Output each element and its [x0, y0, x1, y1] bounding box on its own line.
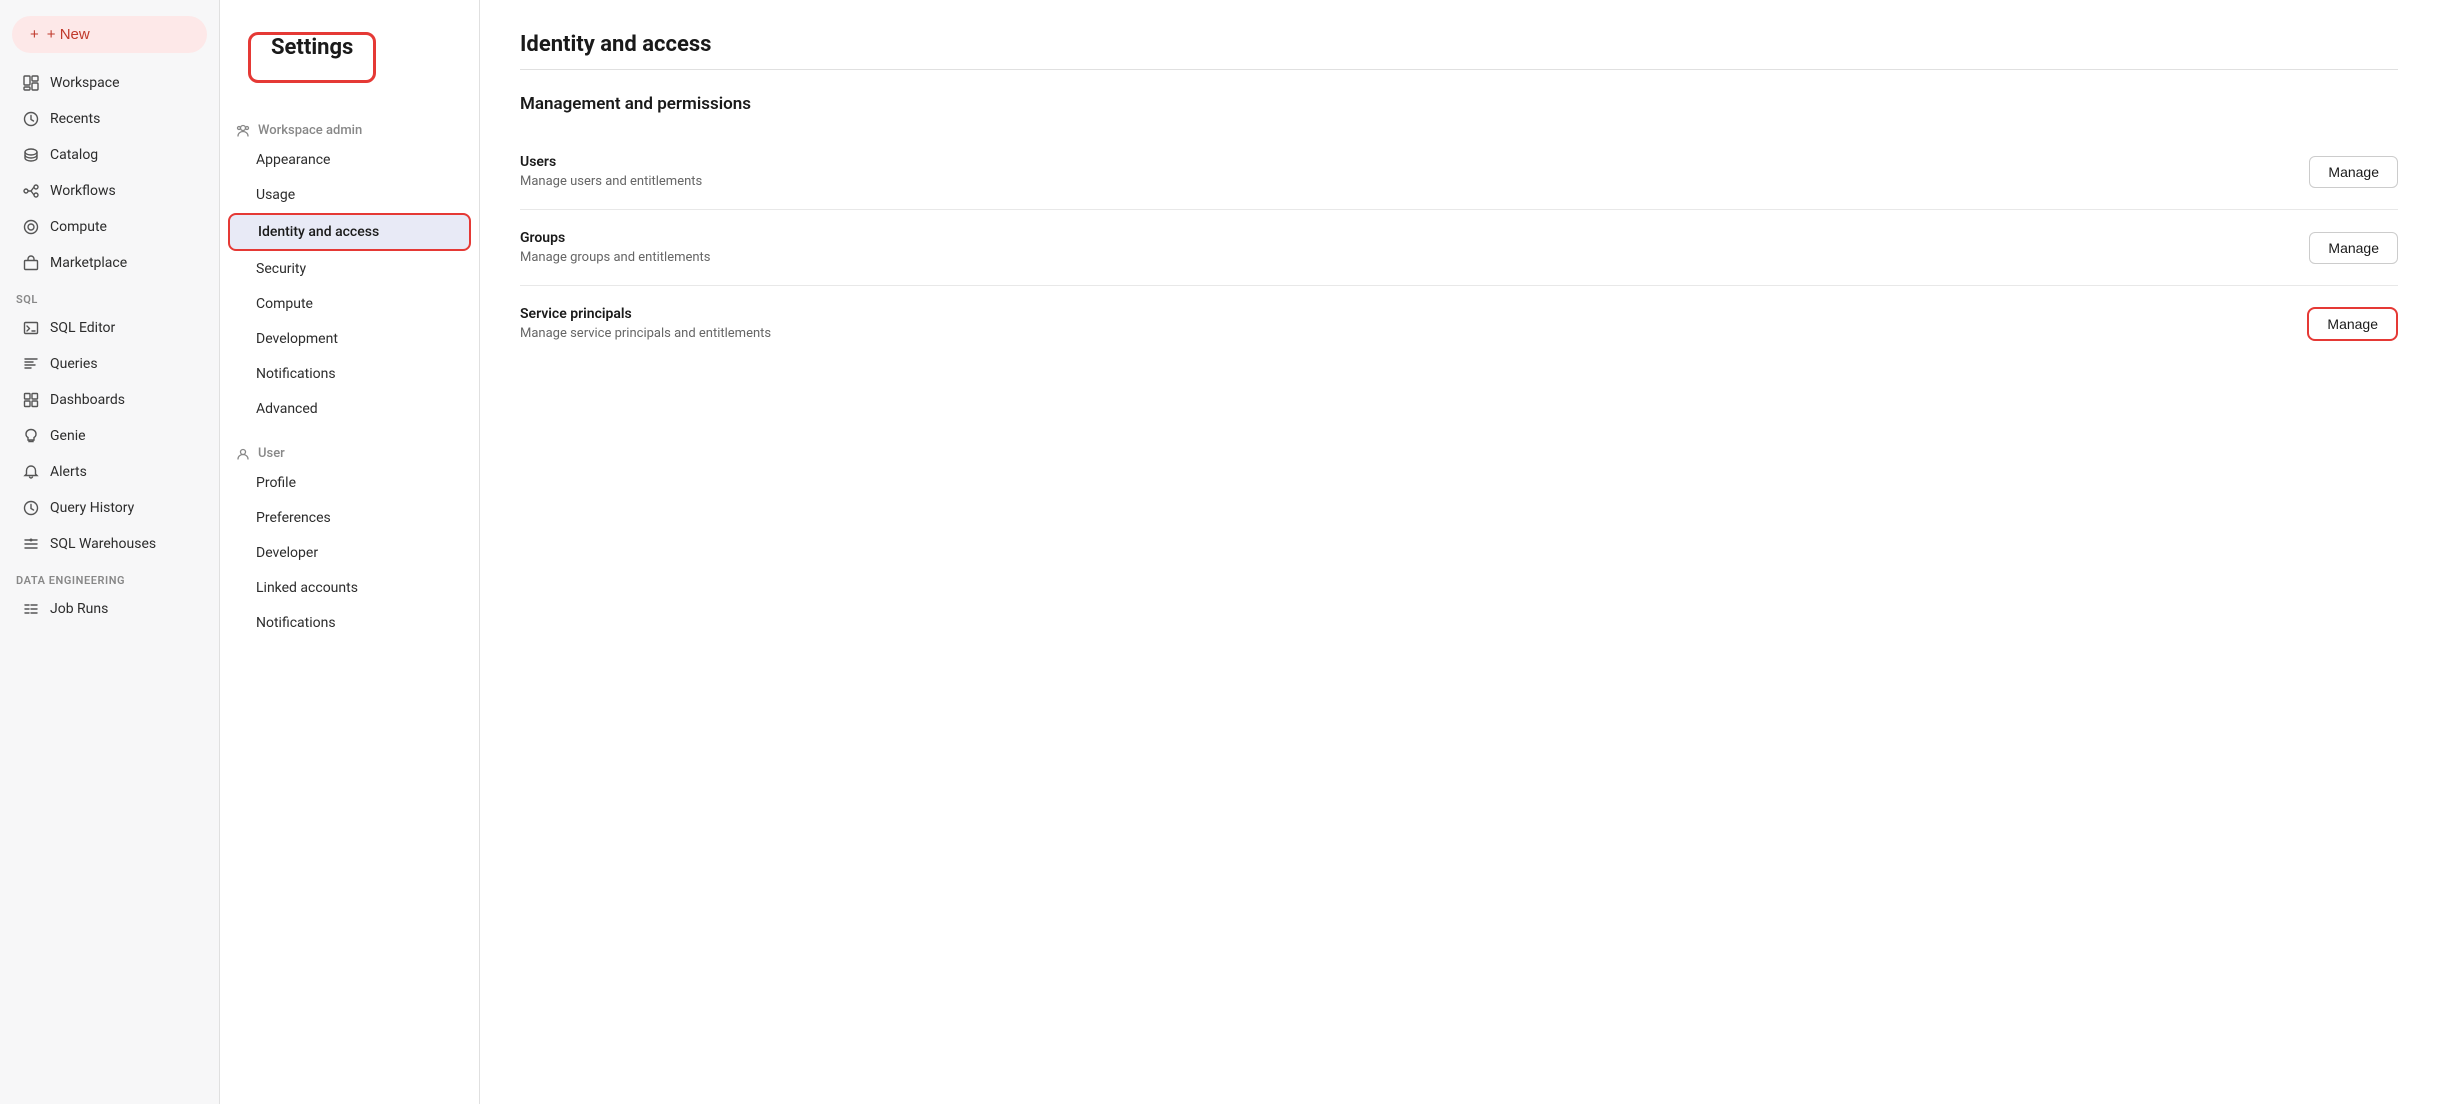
- sidebar-item-workspace[interactable]: Workspace: [6, 66, 213, 100]
- section-title: Management and permissions: [520, 94, 2398, 114]
- settings-menu-usage[interactable]: Usage: [228, 178, 471, 212]
- sidebar-item-genie[interactable]: Genie: [6, 419, 213, 453]
- recents-icon: [22, 110, 40, 128]
- settings-menu-profile[interactable]: Profile: [228, 466, 471, 500]
- user-section-header: User: [220, 438, 479, 465]
- page-title: Identity and access: [520, 32, 2398, 57]
- settings-menu-developer[interactable]: Developer: [228, 536, 471, 570]
- sidebar-item-query-history[interactable]: Query History: [6, 491, 213, 525]
- queries-icon: [22, 355, 40, 373]
- sidebar-item-sql-warehouses[interactable]: SQL Warehouses: [6, 527, 213, 561]
- settings-menu-security[interactable]: Security: [228, 252, 471, 286]
- catalog-icon: [22, 146, 40, 164]
- groups-desc: Manage groups and entitlements: [520, 250, 711, 265]
- groups-row: Groups Manage groups and entitlements Ma…: [520, 210, 2398, 286]
- service-principals-manage-button[interactable]: Manage: [2307, 307, 2398, 341]
- users-desc: Manage users and entitlements: [520, 174, 702, 189]
- service-principals-desc: Manage service principals and entitlemen…: [520, 326, 771, 341]
- sidebar-item-compute[interactable]: Compute: [6, 210, 213, 244]
- users-manage-button[interactable]: Manage: [2309, 156, 2398, 188]
- new-button-label: + New: [47, 26, 90, 43]
- groups-title: Groups: [520, 230, 711, 246]
- sidebar-item-sql-editor-label: SQL Editor: [50, 320, 115, 336]
- users-info: Users Manage users and entitlements: [520, 154, 702, 189]
- settings-menu-development[interactable]: Development: [228, 322, 471, 356]
- settings-panel: Settings Workspace admin Appearance Usag…: [220, 0, 480, 1104]
- sidebar-item-workflows[interactable]: Workflows: [6, 174, 213, 208]
- sidebar-item-alerts[interactable]: Alerts: [6, 455, 213, 489]
- compute-icon: [22, 218, 40, 236]
- sql-section-label: SQL: [0, 281, 219, 310]
- workspace-admin-section-header: Workspace admin: [220, 115, 479, 142]
- sidebar-item-query-history-label: Query History: [50, 500, 134, 516]
- groups-manage-button[interactable]: Manage: [2309, 232, 2398, 264]
- settings-menu-notifications[interactable]: Notifications: [228, 357, 471, 391]
- sidebar-item-workflows-label: Workflows: [50, 183, 116, 199]
- workflows-icon: [22, 182, 40, 200]
- users-row: Users Manage users and entitlements Mana…: [520, 134, 2398, 210]
- settings-menu-compute[interactable]: Compute: [228, 287, 471, 321]
- settings-menu-notifications-user[interactable]: Notifications: [228, 606, 471, 640]
- job-runs-icon: [22, 600, 40, 618]
- sidebar-item-dashboards-label: Dashboards: [50, 392, 125, 408]
- query-history-icon: [22, 499, 40, 517]
- sidebar-item-alerts-label: Alerts: [50, 464, 87, 480]
- sidebar-item-sql-editor[interactable]: SQL Editor: [6, 311, 213, 345]
- sidebar-item-marketplace-label: Marketplace: [50, 255, 127, 271]
- sidebar-item-queries[interactable]: Queries: [6, 347, 213, 381]
- genie-icon: [22, 427, 40, 445]
- sidebar-item-marketplace[interactable]: Marketplace: [6, 246, 213, 280]
- sidebar-item-job-runs-label: Job Runs: [50, 601, 108, 617]
- groups-info: Groups Manage groups and entitlements: [520, 230, 711, 265]
- service-principals-info: Service principals Manage service princi…: [520, 306, 771, 341]
- sidebar: + + New Workspace Recents: [0, 0, 220, 1104]
- user-section-label: User: [258, 446, 285, 461]
- sidebar-item-workspace-label: Workspace: [50, 75, 120, 91]
- main-content: Identity and access Management and permi…: [480, 0, 2438, 1104]
- settings-menu-identity-and-access[interactable]: Identity and access: [228, 213, 471, 251]
- settings-menu-preferences[interactable]: Preferences: [228, 501, 471, 535]
- service-principals-title: Service principals: [520, 306, 771, 322]
- sidebar-item-catalog[interactable]: Catalog: [6, 138, 213, 172]
- sidebar-item-genie-label: Genie: [50, 428, 86, 444]
- workspace-admin-label: Workspace admin: [258, 123, 362, 138]
- sidebar-item-job-runs[interactable]: Job Runs: [6, 592, 213, 626]
- sidebar-item-recents[interactable]: Recents: [6, 102, 213, 136]
- sidebar-item-catalog-label: Catalog: [50, 147, 98, 163]
- sidebar-item-compute-label: Compute: [50, 219, 107, 235]
- sidebar-item-queries-label: Queries: [50, 356, 98, 372]
- settings-menu-linked-accounts[interactable]: Linked accounts: [228, 571, 471, 605]
- marketplace-icon: [22, 254, 40, 272]
- workspace-icon: [22, 74, 40, 92]
- sidebar-item-sql-warehouses-label: SQL Warehouses: [50, 536, 156, 552]
- user-icon: [236, 447, 250, 461]
- service-principals-row: Service principals Manage service princi…: [520, 286, 2398, 361]
- data-engineering-section-label: Data Engineering: [0, 562, 219, 591]
- dashboards-icon: [22, 391, 40, 409]
- users-title: Users: [520, 154, 702, 170]
- sidebar-item-recents-label: Recents: [50, 111, 100, 127]
- sidebar-item-dashboards[interactable]: Dashboards: [6, 383, 213, 417]
- plus-icon: +: [30, 26, 39, 43]
- settings-menu-advanced[interactable]: Advanced: [228, 392, 471, 426]
- alerts-icon: [22, 463, 40, 481]
- sql-editor-icon: [22, 319, 40, 337]
- settings-menu-appearance[interactable]: Appearance: [228, 143, 471, 177]
- workspace-admin-icon: [236, 124, 250, 138]
- new-button[interactable]: + + New: [12, 16, 207, 53]
- settings-title: Settings: [248, 32, 376, 83]
- sql-warehouses-icon: [22, 535, 40, 553]
- title-divider: [520, 69, 2398, 70]
